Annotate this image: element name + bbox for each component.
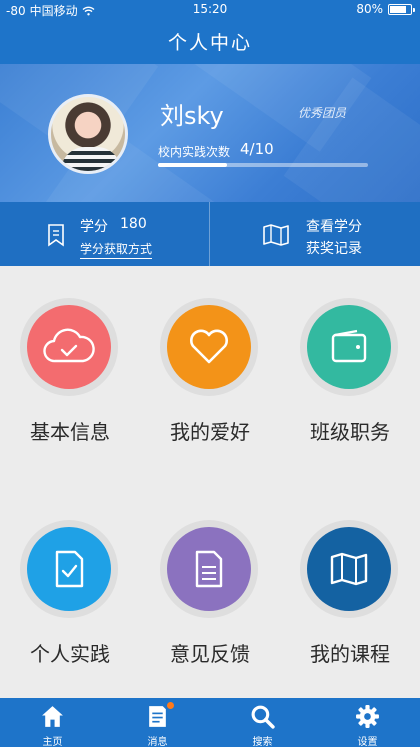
avatar[interactable] [48,94,128,174]
grid-label-feedback: 意见反馈 [170,642,250,666]
document-lines-icon [195,550,223,588]
battery-status: 80% [356,2,415,16]
battery-percent: 80% [356,2,383,16]
grid-item-class-role[interactable]: 班级职务 [280,266,420,476]
cloud-check-icon [43,328,95,363]
wallet-icon [331,329,367,363]
bottom-tab-bar: 主页 消息 搜索 设置 [0,698,420,747]
credit-value: 180 [120,216,147,232]
credit-block[interactable]: 学分 180 学分获取方式 [0,202,209,266]
grid-label-hobbies: 我的爱好 [170,420,250,444]
tab-search[interactable]: 搜索 [210,698,315,747]
grid-circle-basic-info [27,305,111,389]
award-record-line2: 获奖记录 [306,241,362,257]
map-icon [263,224,289,246]
practice-progress-fill [158,163,228,167]
grid-item-my-courses[interactable]: 我的课程 [280,488,420,698]
tab-home-label: 主页 [42,737,63,747]
award-record-button[interactable]: 查看学分 获奖记录 [210,202,420,266]
tab-home[interactable]: 主页 [0,698,105,747]
page-title: 个人中心 [167,32,252,54]
battery-icon [388,3,415,15]
grid-item-hobbies[interactable]: 我的爱好 [140,266,280,476]
map-icon [330,552,368,586]
grid-circle-personal-practice [27,527,111,611]
grid-label-class-role: 班级职务 [310,420,390,444]
grid-label-personal-practice: 个人实践 [30,642,110,666]
grid-circle-feedback [167,527,251,611]
message-icon [149,706,166,727]
credit-label: 学分 [80,219,108,235]
credit-method-link[interactable]: 学分获取方式 [80,240,153,259]
home-icon [42,706,63,727]
tab-messages[interactable]: 消息 [105,698,210,747]
search-icon [251,705,275,729]
member-title: 优秀团员 [298,106,347,120]
grid-circle-hobbies [167,305,251,389]
grid-label-my-courses: 我的课程 [310,642,390,666]
grid-circle-class-role [307,305,391,389]
tab-settings[interactable]: 设置 [315,698,420,747]
stats-row: 学分 180 学分获取方式 查看学分 获奖记录 [0,202,420,266]
message-badge [167,702,174,709]
tab-search-label: 搜索 [252,737,273,747]
grid-item-basic-info[interactable]: 基本信息 [0,266,140,476]
user-name: 刘sky [160,102,224,130]
tab-settings-label: 设置 [357,737,378,747]
grid-circle-my-courses [307,527,391,611]
status-bar: -80 中国移动 15:20 80% [0,0,420,20]
bookmark-list-icon [48,224,64,247]
award-record-line1: 查看学分 [306,219,362,235]
document-check-icon [55,550,84,588]
grid-item-feedback[interactable]: 意见反馈 [140,488,280,698]
grid-label-basic-info: 基本信息 [30,420,110,444]
gear-icon [356,705,379,728]
practice-progress-bar [158,163,368,167]
profile-banner: 刘sky 优秀团员 校内实践次数 4/10 [0,64,420,202]
grid-item-personal-practice[interactable]: 个人实践 [0,488,140,698]
top-bar: -80 中国移动 15:20 80% 个人中心 [0,0,420,64]
practice-count-label: 校内实践次数 [158,145,231,159]
practice-count-value: 4/10 [240,140,274,158]
heart-icon [190,329,228,364]
tab-messages-label: 消息 [147,737,168,747]
